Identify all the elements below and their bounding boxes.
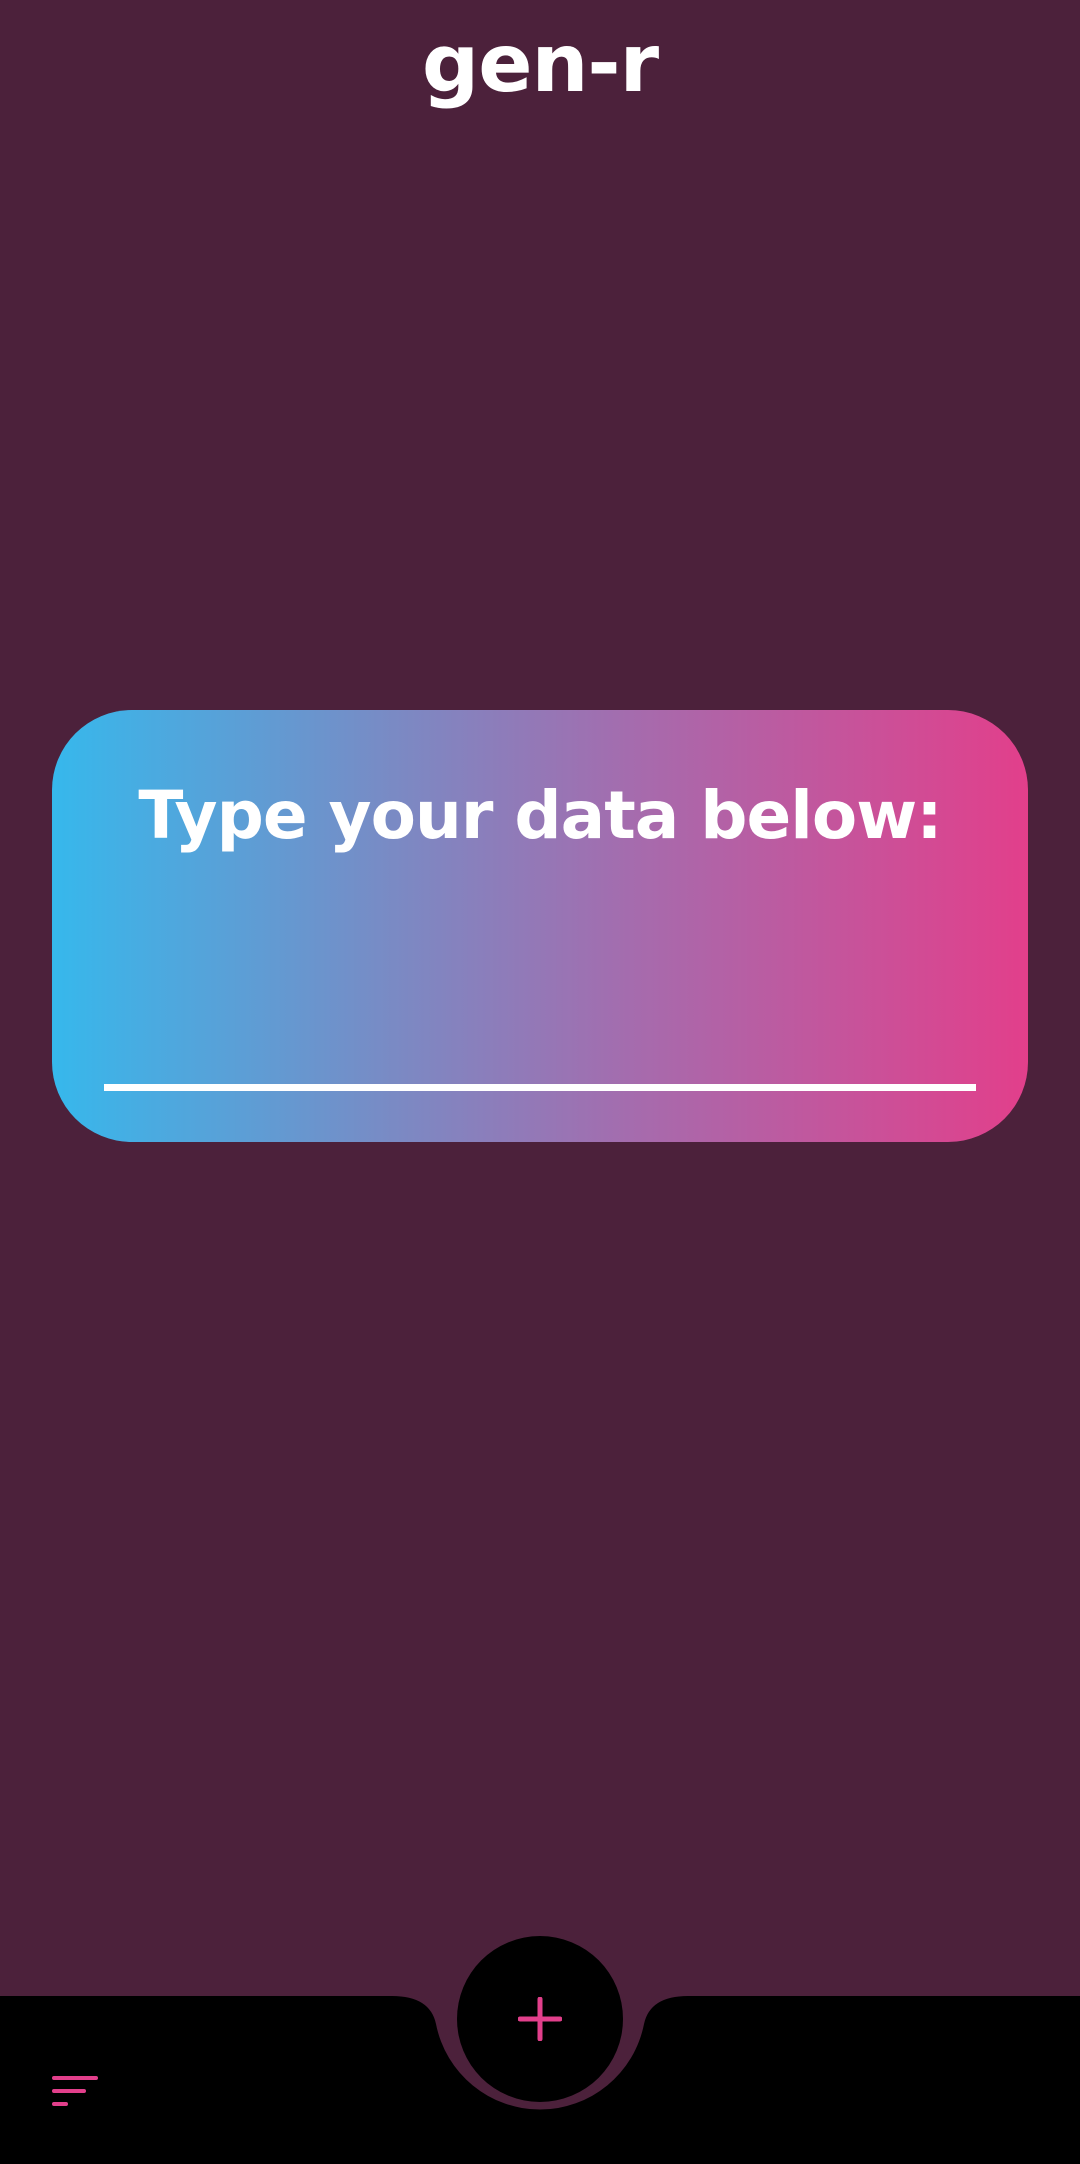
input-underline — [104, 1084, 976, 1091]
app-title: gen-r — [421, 17, 659, 110]
plus-icon — [518, 1997, 562, 2041]
data-input[interactable] — [104, 960, 976, 1040]
data-entry-card: Type your data below: — [52, 710, 1028, 1142]
add-button[interactable] — [457, 1936, 623, 2102]
card-title: Type your data below: — [138, 777, 942, 854]
menu-button[interactable] — [40, 2064, 112, 2120]
sort-menu-icon — [52, 2076, 98, 2106]
